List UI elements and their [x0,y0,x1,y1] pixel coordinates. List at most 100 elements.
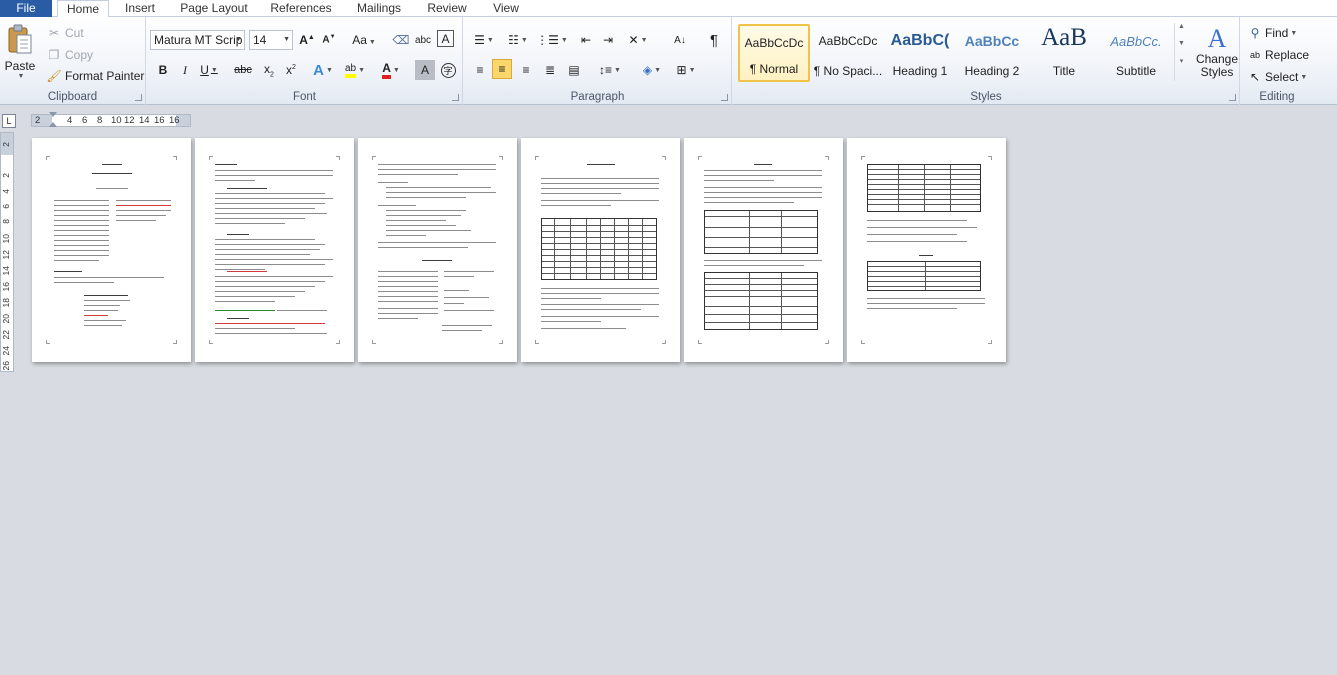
bold-button[interactable]: B [153,60,173,80]
strikethrough-button[interactable]: abc [233,60,253,80]
multilevel-list-button[interactable]: ⋮☰ ▼ [536,30,568,50]
distributed-button[interactable]: ▤ [564,60,584,80]
clear-formatting-button[interactable]: ⌫ [391,30,411,50]
text-line [541,200,659,202]
tab-view[interactable]: View [486,0,526,17]
clipboard-launcher-icon[interactable] [135,94,142,101]
font-launcher-icon[interactable] [452,94,459,101]
bullets-button[interactable]: ☰ ▼ [470,30,498,50]
numbering-button[interactable]: ☷ ▼ [504,30,532,50]
borders-button[interactable]: ⊞ ▼ [672,60,700,80]
document-table [704,272,818,330]
phonetic-guide-button[interactable]: abc [413,30,433,50]
underline-button[interactable]: U ▼ [199,60,219,80]
italic-button[interactable]: I [175,60,195,80]
editing-group: ⚲ Find ▼ ab Replace ↖ Select ▼ Editing [1241,17,1313,105]
text-effects-button[interactable]: A ▼ [313,60,333,80]
text-line [378,313,438,315]
document-page-2[interactable] [195,138,354,362]
tab-review[interactable]: Review [421,0,473,17]
shrink-font-button[interactable]: A▼ [319,30,339,50]
highlighter-icon: ab [344,63,357,78]
style-normal[interactable]: AaBbCcDc ¶ Normal [738,24,810,82]
character-shading-button[interactable]: A [415,60,435,80]
tab-mailings[interactable]: Mailings [350,0,408,17]
find-button[interactable]: ⚲ Find ▼ [1247,25,1298,41]
font-color-button[interactable]: A ▼ [381,60,401,80]
tab-references[interactable]: References [266,0,336,17]
text-line [54,235,109,237]
align-center-button[interactable]: ≡ [492,59,512,79]
select-button[interactable]: ↖ Select ▼ [1247,69,1307,85]
character-border-button[interactable]: A [437,30,454,47]
asian-layout-button[interactable]: ✕ ▼ [624,30,652,50]
gallery-more-icon[interactable]: ▾ [1175,57,1188,65]
font-size-combo[interactable]: 14 ▼ [249,30,293,50]
text-line [704,197,822,199]
format-painter-button[interactable]: 🖌 Format Painter [46,68,144,84]
align-left-icon: ≡ [476,63,484,77]
align-left-button[interactable]: ≡ [470,60,490,80]
document-page-3[interactable] [358,138,517,362]
change-styles-button[interactable]: A Change Styles [1195,25,1239,79]
increase-indent-button[interactable]: ⇥ [598,30,618,50]
paragraph-launcher-icon[interactable] [721,94,728,101]
align-right-button[interactable]: ≡ [516,60,536,80]
text-line [215,164,237,166]
style-title[interactable]: AaB Title [1028,24,1100,82]
font-name-combo[interactable]: Matura MT Scrip ▼ [150,30,245,50]
paste-dropdown-icon[interactable]: ▼ [18,73,25,80]
show-formatting-button[interactable]: ¶ [704,30,724,50]
style-subtitle[interactable]: AaBbCc. Subtitle [1100,24,1172,82]
ruler-tick: 4 [1,189,11,194]
grow-font-button[interactable]: A▲ [297,30,317,50]
style-no-spacing[interactable]: AaBbCcDc ¶ No Spaci... [812,24,884,82]
paste-button[interactable]: Paste ▼ [4,23,36,87]
scroll-down-icon[interactable]: ▼ [1175,40,1188,47]
highlight-button[interactable]: ab ▼ [344,60,365,80]
justify-button[interactable]: ≣ [540,60,560,80]
chevron-down-icon: ▼ [235,36,242,43]
styles-launcher-icon[interactable] [1229,94,1236,101]
document-page-1[interactable] [32,138,191,362]
superscript-button[interactable]: x2 [281,60,301,80]
subscript-button[interactable]: x2 [259,60,279,80]
ruler-tick: 10 [111,115,122,126]
style-heading-1[interactable]: AaBbC( Heading 1 [884,24,956,82]
hanging-indent-marker[interactable] [49,122,57,127]
paste-icon [8,24,32,54]
align-center-icon: ≡ [498,62,506,76]
document-page-6[interactable] [847,138,1006,362]
document-page-4[interactable] [521,138,680,362]
cut-button[interactable]: ✂ Cut [46,25,84,41]
scroll-up-icon[interactable]: ▲ [1175,23,1188,30]
tab-home[interactable]: Home [57,0,109,18]
style-gallery-scroll[interactable]: ▲ ▼ ▾ [1174,23,1188,81]
enclose-characters-button[interactable]: 字 [438,60,458,80]
tab-page-layout[interactable]: Page Layout [176,0,252,17]
replace-button[interactable]: ab Replace [1247,47,1309,63]
document-canvas[interactable] [16,132,1337,675]
copy-button[interactable]: ❐ Copy [46,47,93,63]
text-line [422,260,452,262]
crop-mark [499,340,503,344]
tab-file[interactable]: File [0,0,52,17]
shading-button[interactable]: ◈ ▼ [638,60,666,80]
text-line [215,198,333,200]
line-spacing-button[interactable]: ↕≡ ▼ [596,60,624,80]
sort-button[interactable]: A↓ [670,30,690,50]
borders-icon: ⊞ [676,63,687,77]
text-line [704,187,822,189]
chevron-down-icon: ▼ [283,36,290,43]
tab-insert[interactable]: Insert [117,0,163,17]
decrease-indent-button[interactable]: ⇤ [576,30,596,50]
horizontal-ruler[interactable]: 2 4 6 8 10 12 14 16 16 [31,112,191,127]
first-line-indent-marker[interactable] [49,112,57,117]
style-heading-2[interactable]: AaBbCc Heading 2 [956,24,1028,82]
tab-selector[interactable]: L [2,114,16,128]
document-page-5[interactable] [684,138,843,362]
clipboard-group-label: Clipboard [47,91,98,103]
style-no-spacing-name: ¶ No Spaci... [813,64,883,78]
vertical-ruler[interactable]: 2 2 4 6 8 10 12 14 16 18 20 22 24 26 [0,132,14,372]
change-case-button[interactable]: Aa ▼ [351,30,377,50]
